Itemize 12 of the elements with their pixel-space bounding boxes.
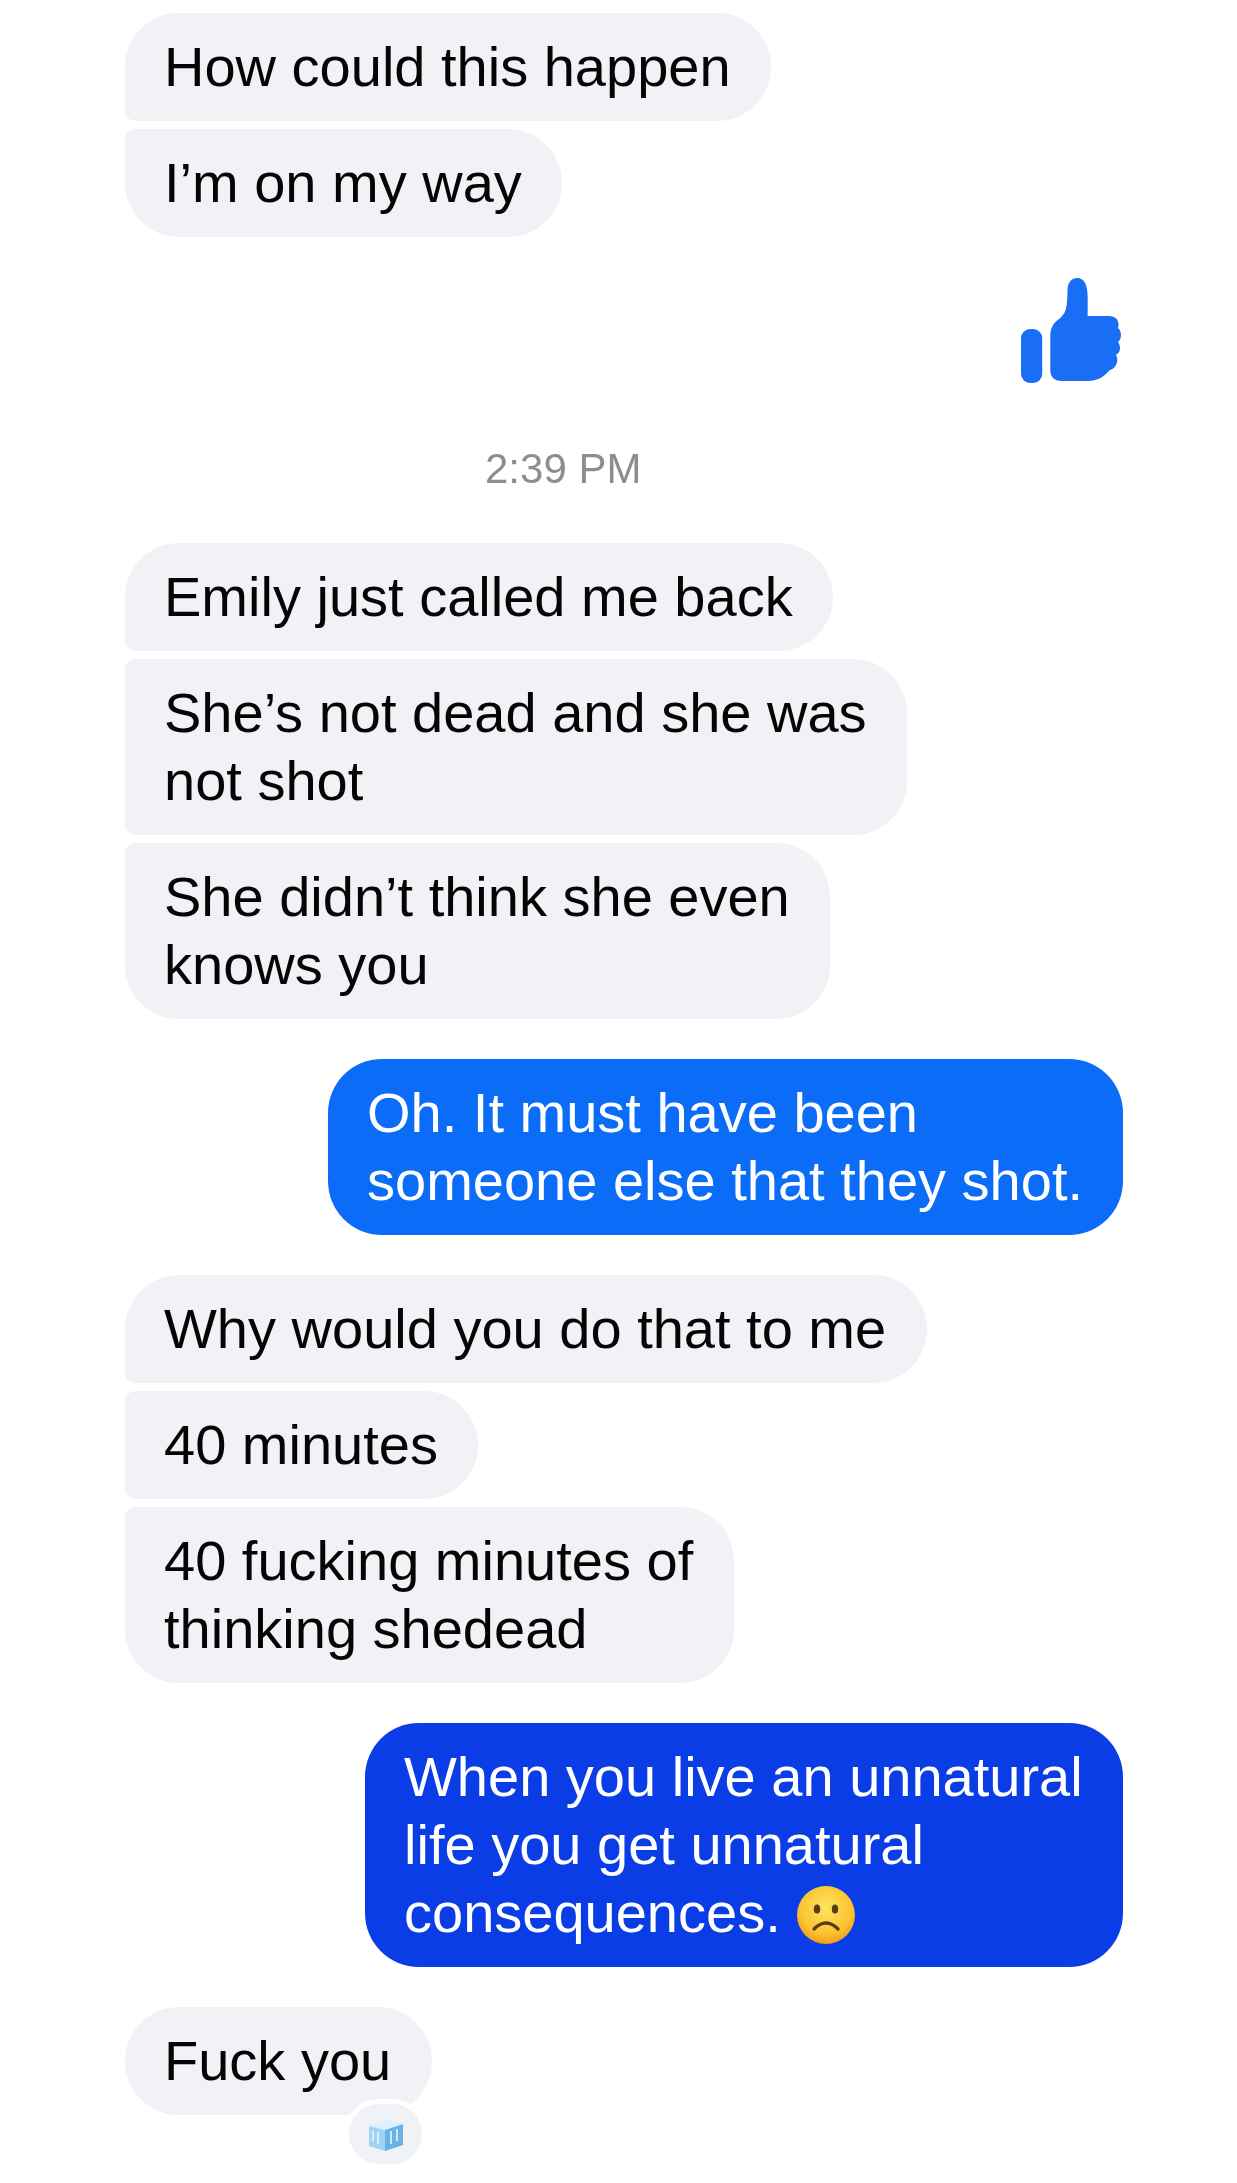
message-text: 40 fucking minutes of thinking shedead	[164, 1529, 694, 1660]
message-text: 40 minutes	[164, 1413, 438, 1476]
message-text: Oh. It must have been someone else that they shot.	[367, 1081, 1083, 1212]
message-text: Fuck you	[164, 2029, 392, 2092]
message-text: Why would you do that to me	[164, 1297, 887, 1360]
timestamp: 2:39 PM	[485, 444, 642, 494]
message-text: How could this happen	[164, 35, 731, 98]
message-text: Emily just called me back	[164, 565, 793, 628]
message-text: I’m on my way	[164, 151, 522, 214]
message-text: She’s not dead and she was not shot	[164, 681, 867, 812]
message-text: When you live an unnatural life you get unnatural consequences.	[404, 1745, 1083, 1944]
message-text: She didn’t think she even knows you	[164, 865, 790, 996]
